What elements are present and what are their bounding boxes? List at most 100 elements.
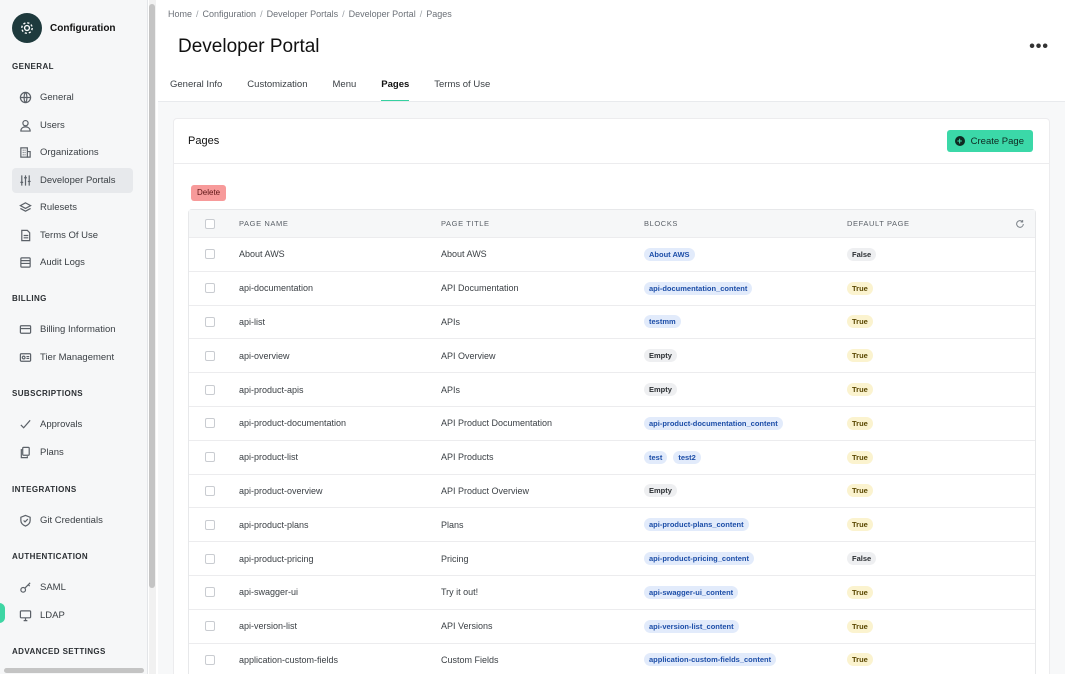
- block-chip: test2: [673, 450, 701, 464]
- column-header-page-title[interactable]: PAGE TITLE: [441, 219, 644, 228]
- page-name-cell: api-overview: [239, 350, 290, 361]
- table-row[interactable]: About AWS About AWS About AWS False: [189, 238, 1035, 272]
- row-checkbox[interactable]: [205, 418, 215, 429]
- sidebar-item-audit-logs[interactable]: Audit Logs: [12, 250, 133, 275]
- sidebar-item-billing-information[interactable]: Billing Information: [12, 317, 133, 342]
- tab-pages[interactable]: Pages: [381, 72, 410, 102]
- block-chip: Empty: [644, 349, 677, 363]
- blocks-cell: Empty: [644, 484, 847, 498]
- breadcrumb-separator: /: [342, 9, 345, 19]
- sidebar-item-label: Audit Logs: [40, 257, 85, 268]
- sidebar-item-tier-management[interactable]: Tier Management: [12, 345, 133, 370]
- sidebar-item-terms-of-use[interactable]: Terms Of Use: [12, 223, 133, 248]
- table-row[interactable]: api-product-pricing Pricing api-product-pr…: [189, 542, 1035, 576]
- horizontal-scrollbar[interactable]: [4, 668, 144, 673]
- sidebar-item-label: Organizations: [40, 147, 99, 158]
- blocks-cell: api-documentation_content: [644, 281, 847, 295]
- more-options-icon[interactable]: •••: [1029, 38, 1049, 56]
- blocks-cell: api-version-list_content: [644, 619, 847, 633]
- row-checkbox[interactable]: [205, 519, 215, 530]
- default-page-badge: True: [847, 281, 873, 295]
- page-title-cell: API Product Documentation: [441, 418, 553, 429]
- sidebar-item-saml[interactable]: SAML: [12, 575, 133, 600]
- create-page-label: Create Page: [970, 135, 1024, 147]
- sidebar-item-organizations[interactable]: Organizations: [12, 140, 133, 165]
- tab-terms-of-use[interactable]: Terms of Use: [434, 72, 490, 102]
- row-checkbox[interactable]: [205, 384, 215, 395]
- sidebar-item-approvals[interactable]: Approvals: [12, 412, 133, 437]
- table-row[interactable]: api-overview API Overview Empty True: [189, 339, 1035, 374]
- blocks-cell: test test2: [644, 450, 847, 464]
- list-icon: [18, 256, 32, 270]
- row-checkbox[interactable]: [205, 316, 215, 327]
- breadcrumb-separator: /: [419, 9, 423, 19]
- breadcrumb: Home / Configuration / Developer Portals / Dev…: [168, 9, 452, 19]
- sliders-icon: [18, 173, 32, 187]
- select-all-checkbox[interactable]: [205, 218, 215, 229]
- row-checkbox[interactable]: [205, 621, 215, 632]
- table-row[interactable]: api-documentation API Documentation api-do…: [189, 272, 1035, 306]
- sidebar-item-label: Developer Portals: [40, 174, 116, 186]
- blocks-cell: api-product-pricing_content: [644, 552, 847, 566]
- default-page-cell: True: [847, 281, 1035, 295]
- breadcrumb-separator: /: [260, 9, 263, 19]
- sidebar-item-users[interactable]: Users: [12, 113, 133, 138]
- sidebar: Configuration GENERAL General Users Organiz…: [0, 0, 148, 674]
- breadcrumb-item[interactable]: Developer Portal: [349, 9, 416, 19]
- sidebar-item-general[interactable]: General: [12, 85, 133, 110]
- block-chip: application-custom-fields_content: [644, 653, 777, 667]
- column-header-page-name[interactable]: PAGE NAME: [239, 219, 441, 228]
- sidebar-item-rulesets[interactable]: Rulesets: [12, 195, 133, 220]
- column-header-default-page[interactable]: DEFAULT PAGE: [847, 219, 1015, 228]
- block-chip: api-documentation_content: [644, 281, 753, 295]
- blocks-cell: api-swagger-ui_content: [644, 585, 847, 599]
- table-row[interactable]: api-product-overview API Product Overview…: [189, 475, 1035, 509]
- help-launcher[interactable]: [0, 603, 5, 623]
- sidebar-item-label: Git Credentials: [40, 515, 103, 526]
- tab-general-info[interactable]: General Info: [170, 72, 222, 102]
- tier-icon: [18, 350, 32, 364]
- sidebar-item-plans[interactable]: Plans: [12, 440, 133, 465]
- row-checkbox[interactable]: [205, 350, 215, 361]
- table-row[interactable]: api-product-plans Plans api-product-plans_…: [189, 508, 1035, 543]
- default-page-cell: True: [847, 653, 1035, 667]
- user-icon: [18, 118, 32, 132]
- table-row[interactable]: api-product-list API Products test test2 Tru…: [189, 441, 1035, 475]
- row-checkbox[interactable]: [205, 452, 215, 463]
- table-row[interactable]: api-list APIs testmm True: [189, 306, 1035, 340]
- row-checkbox[interactable]: [205, 587, 215, 598]
- breadcrumb-item[interactable]: Configuration: [203, 9, 257, 19]
- tab-customization[interactable]: Customization: [247, 72, 307, 102]
- refresh-icon[interactable]: [1015, 219, 1025, 229]
- breadcrumb-item[interactable]: Home: [168, 9, 192, 19]
- table-row[interactable]: api-swagger-ui Try it out! api-swagger-ui_…: [189, 576, 1035, 610]
- page-title-cell: About AWS: [441, 249, 487, 260]
- row-checkbox[interactable]: [205, 654, 215, 665]
- sidebar-item-developer-portals[interactable]: Developer Portals: [12, 167, 133, 193]
- sidebar-item-ldap[interactable]: LDAP: [12, 603, 133, 628]
- sidebar-item-git-credentials[interactable]: Git Credentials: [12, 508, 133, 533]
- block-chip: testmm: [644, 315, 681, 329]
- row-checkbox[interactable]: [205, 553, 215, 564]
- tab-menu[interactable]: Menu: [333, 72, 357, 102]
- gear-icon[interactable]: [12, 13, 42, 43]
- row-checkbox[interactable]: [205, 249, 215, 260]
- table-row[interactable]: api-product-apis APIs Empty True: [189, 373, 1035, 407]
- create-page-button[interactable]: + Create Page: [946, 130, 1033, 152]
- row-checkbox[interactable]: [205, 485, 215, 496]
- delete-button[interactable]: Delete: [191, 185, 227, 201]
- block-chip: api-product-pricing_content: [644, 552, 754, 566]
- column-header-blocks[interactable]: BLOCKS: [644, 219, 847, 228]
- default-page-badge: True: [847, 450, 873, 464]
- table-row[interactable]: application-custom-fields Custom Fields ap…: [189, 644, 1035, 674]
- row-checkbox[interactable]: [205, 283, 215, 294]
- breadcrumb-item[interactable]: Developer Portals: [267, 9, 339, 19]
- table-header: PAGE NAME PAGE TITLE BLOCKS DEFAULT PAGE: [189, 210, 1035, 238]
- table-row[interactable]: api-version-list API Versions api-version-…: [189, 610, 1035, 644]
- blocks-cell: testmm: [644, 315, 847, 329]
- key-icon: [18, 581, 32, 595]
- page-name-cell: About AWS: [239, 249, 285, 260]
- sidebar-scrollbar-thumb[interactable]: [149, 4, 155, 588]
- default-page-badge: True: [847, 619, 873, 633]
- table-row[interactable]: api-product-documentation API Product Doc…: [189, 407, 1035, 441]
